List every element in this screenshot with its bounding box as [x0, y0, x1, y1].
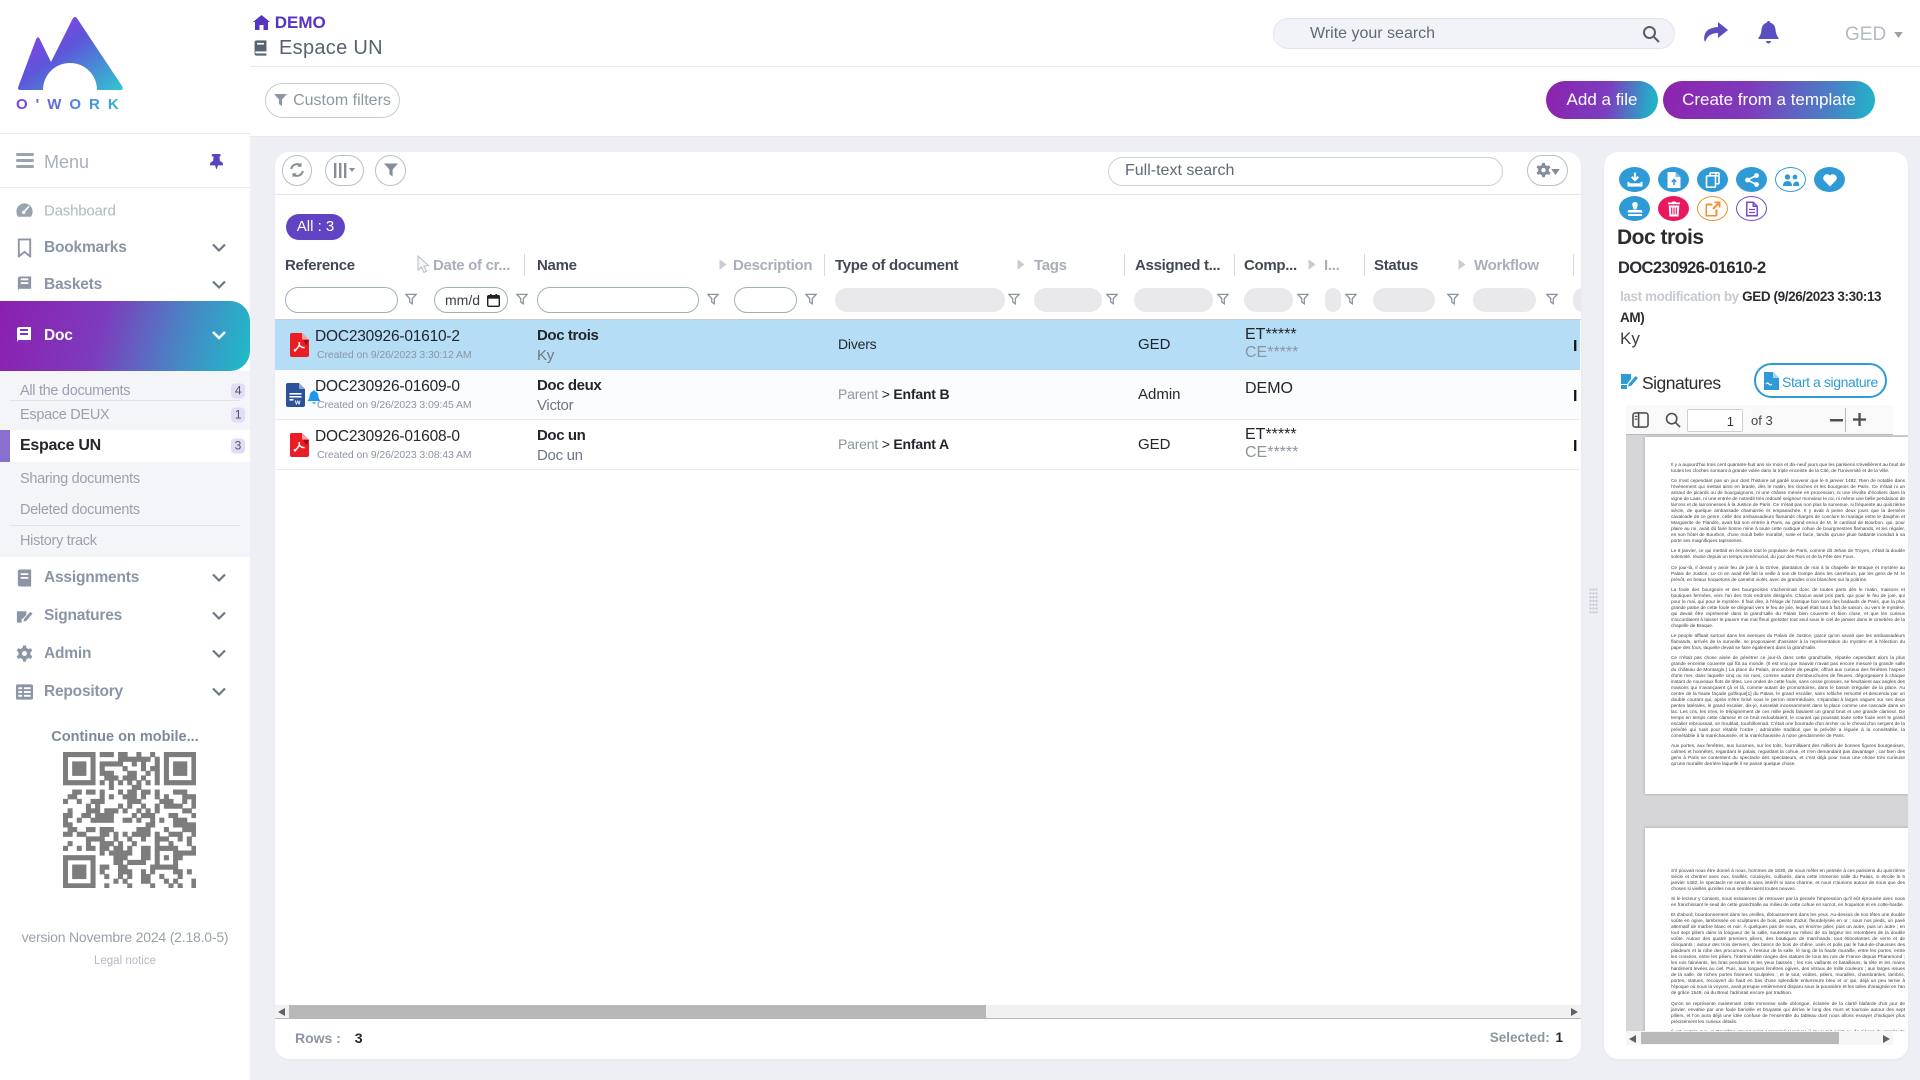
svg-text:w: w [294, 400, 301, 407]
svg-text:O'WORK: O'WORK [16, 96, 127, 113]
